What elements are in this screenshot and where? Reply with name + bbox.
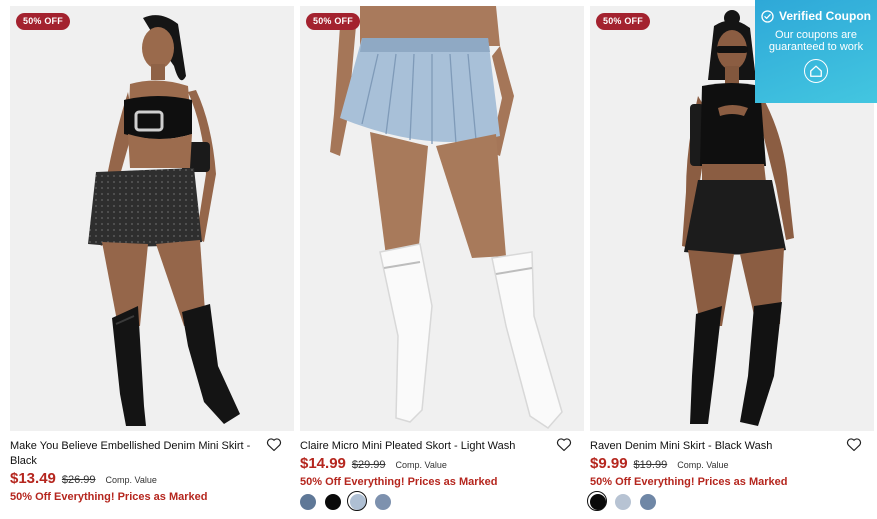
comp-value-label: Comp. Value	[395, 460, 447, 470]
color-swatches	[587, 491, 656, 511]
original-price: $29.99	[351, 459, 386, 471]
color-swatch[interactable]	[325, 494, 341, 510]
verified-coupon-panel[interactable]: Verified Coupon Our coupons are guarante…	[755, 0, 877, 103]
product-image[interactable]	[10, 6, 294, 431]
promo-text: 50% Off Everything! Prices as Marked	[590, 476, 788, 488]
check-circle-icon	[761, 9, 774, 23]
coupon-title: Verified Coupon	[778, 9, 871, 23]
product-title[interactable]: Claire Micro Mini Pleated Skort - Light …	[300, 439, 546, 454]
price-row: $9.99 $19.99 Comp. Value	[590, 455, 729, 472]
coupon-description: Our coupons are guaranteed to work	[768, 29, 864, 53]
sale-badge: 50% OFF	[16, 13, 70, 30]
comp-value-label: Comp. Value	[677, 460, 729, 470]
color-swatch[interactable]	[300, 494, 316, 510]
color-swatch[interactable]	[615, 494, 631, 510]
color-swatch[interactable]	[640, 494, 656, 510]
sale-badge: 50% OFF	[306, 13, 360, 30]
sale-badge: 50% OFF	[596, 13, 650, 30]
price-row: $13.49 $26.99 Comp. Value	[10, 470, 157, 487]
product-title[interactable]: Raven Denim Mini Skirt - Black Wash	[590, 439, 836, 454]
sale-price: $9.99	[590, 455, 628, 472]
product-grid: 50% OFF Make You Believe Embellished Den…	[0, 0, 877, 519]
heart-icon[interactable]	[846, 437, 862, 452]
sale-price: $13.49	[10, 470, 56, 487]
heart-icon[interactable]	[556, 437, 572, 452]
tag-icon	[810, 65, 822, 77]
product-title[interactable]: Make You Believe Embellished Denim Mini …	[10, 439, 256, 469]
sale-price: $14.99	[300, 455, 346, 472]
coupon-header: Verified Coupon	[755, 9, 877, 23]
promo-text: 50% Off Everything! Prices as Marked	[10, 491, 208, 503]
heart-icon[interactable]	[266, 437, 282, 452]
coupon-open-button[interactable]	[804, 59, 828, 83]
comp-value-label: Comp. Value	[105, 475, 157, 485]
original-price: $19.99	[633, 459, 668, 471]
price-row: $14.99 $29.99 Comp. Value	[300, 455, 447, 472]
color-swatches	[300, 491, 391, 511]
original-price: $26.99	[61, 474, 96, 486]
product-image[interactable]	[300, 6, 584, 431]
color-swatch[interactable]	[587, 491, 607, 511]
color-swatch[interactable]	[347, 491, 367, 511]
promo-text: 50% Off Everything! Prices as Marked	[300, 476, 498, 488]
color-swatch[interactable]	[375, 494, 391, 510]
